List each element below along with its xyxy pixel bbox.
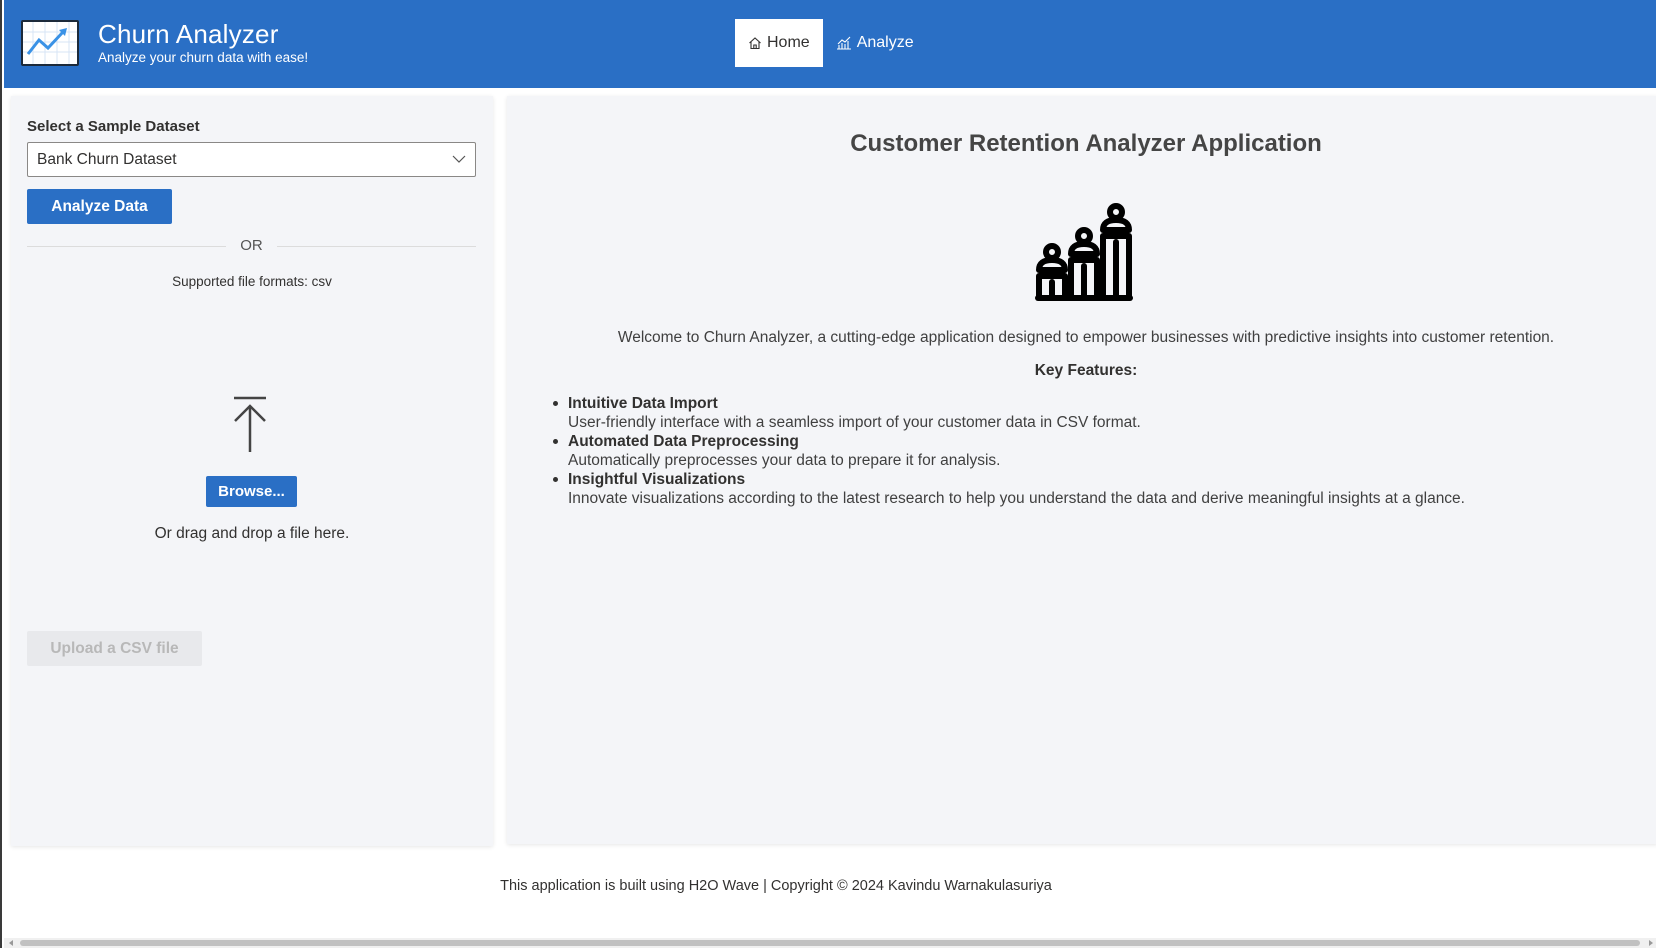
upload-sidebar: Select a Sample Dataset Bank Churn Datas… — [11, 96, 493, 846]
feature-title: Insightful Visualizations — [568, 471, 746, 488]
dataset-select-label: Select a Sample Dataset — [27, 118, 200, 135]
nav-label-analyze: Analyze — [856, 34, 914, 51]
main-nav: Home Analyze — [735, 19, 927, 67]
feature-description: User-friendly interface with a seamless … — [568, 414, 1141, 431]
divider-line-right — [277, 246, 476, 247]
dataset-dropdown[interactable]: Bank Churn Dataset — [27, 142, 476, 177]
horizontal-scrollbar[interactable] — [4, 938, 1656, 948]
key-features-heading: Key Features: — [1034, 362, 1138, 379]
chart-icon — [836, 36, 852, 50]
scrollbar-thumb[interactable] — [20, 940, 1640, 946]
app-subtitle: Analyze your churn data with ease! — [98, 50, 309, 65]
drag-drop-hint: Or drag and drop a file here. — [154, 525, 350, 542]
dataset-dropdown-value: Bank Churn Dataset — [37, 150, 177, 168]
list-item: Automated Data Preprocessing Automatical… — [553, 432, 1648, 470]
footer-text: This application is built using H2O Wave… — [500, 878, 1052, 894]
chevron-down-icon — [451, 151, 467, 172]
browse-button[interactable]: Browse... — [206, 476, 297, 507]
feature-title: Automated Data Preprocessing — [568, 433, 799, 450]
nav-item-analyze[interactable]: Analyze — [823, 19, 927, 67]
feature-description: Innovate visualizations according to the… — [568, 490, 1465, 507]
nav-label-home: Home — [767, 34, 810, 51]
line-chart-icon — [21, 20, 79, 66]
app-title: Churn Analyzer — [98, 19, 279, 49]
app-header: Churn Analyzer Analyze your churn data w… — [4, 0, 1656, 88]
nav-item-home[interactable]: Home — [735, 19, 823, 67]
page-title: Customer Retention Analyzer Application — [850, 130, 1322, 157]
home-content-panel: Customer Retention Analyzer Application — [507, 96, 1656, 844]
feature-description: Automatically preprocesses your data to … — [568, 452, 1001, 469]
supported-formats-text: Supported file formats: csv — [172, 274, 332, 289]
scroll-right-icon[interactable] — [1647, 939, 1655, 947]
app-window: Churn Analyzer Analyze your churn data w… — [0, 0, 1656, 948]
feature-title: Intuitive Data Import — [568, 395, 718, 412]
people-growth-chart-icon — [1035, 202, 1133, 307]
home-icon — [748, 36, 762, 50]
welcome-text: Welcome to Churn Analyzer, a cutting-edg… — [617, 329, 1555, 346]
features-list: Intuitive Data Import User-friendly inte… — [553, 394, 1648, 508]
analyze-data-button[interactable]: Analyze Data — [27, 189, 172, 224]
scroll-left-icon[interactable] — [7, 939, 15, 947]
upload-arrow-icon — [232, 396, 268, 459]
list-item: Insightful Visualizations Innovate visua… — [553, 470, 1648, 508]
upload-csv-button[interactable]: Upload a CSV file — [27, 631, 202, 666]
page-footer: This application is built using H2O Wave… — [2, 878, 1656, 894]
list-item: Intuitive Data Import User-friendly inte… — [553, 394, 1648, 432]
or-divider: OR — [27, 236, 476, 256]
